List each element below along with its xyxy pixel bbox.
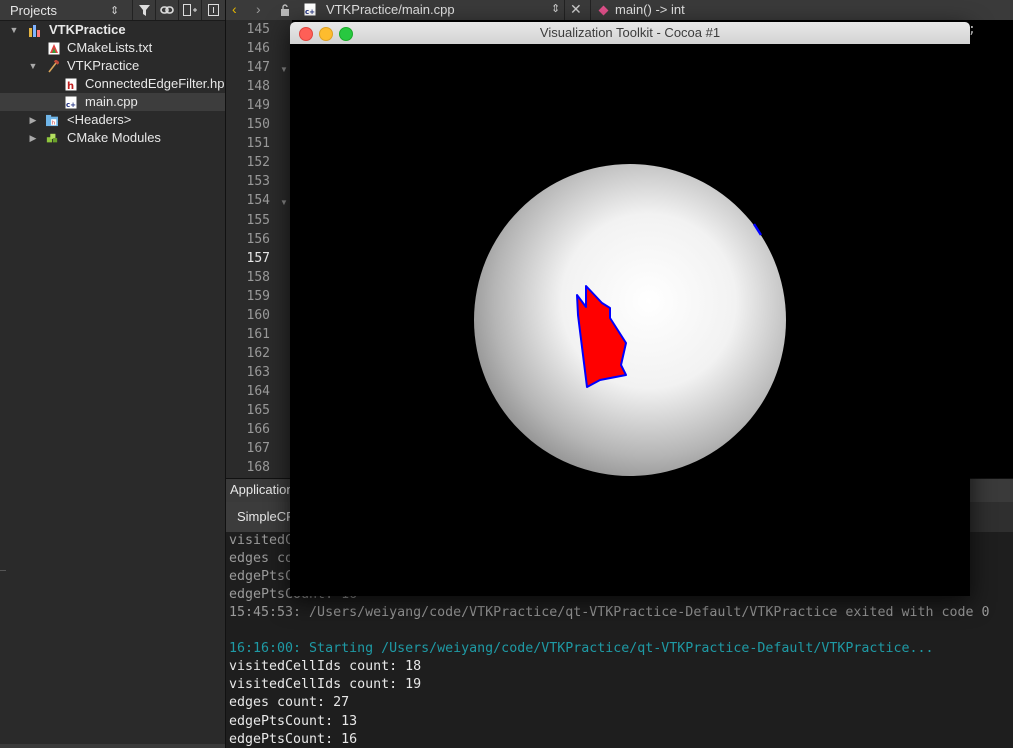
close-icon[interactable]: ✕ (570, 1, 582, 18)
projects-panel-title: Projects (10, 2, 57, 18)
project-icon (29, 25, 40, 37)
line-number: 152 (246, 155, 270, 171)
cpp-file-icon: c+ (304, 3, 316, 16)
editor-gutter: 145 146 147 ▼ 148 149 150 151 152 153 154 ▼ 155 156 15… (226, 20, 292, 478)
line-number: 161 (246, 326, 270, 342)
tree-item-cmake-modules[interactable]: ▶ CMake Modules (0, 129, 225, 147)
line-number: 150 (246, 117, 270, 133)
line-number: 158 (246, 269, 270, 285)
line-number: 145 (246, 22, 270, 37)
tree-item-label: <Headers> (67, 112, 132, 127)
tree-item-label: ConnectedEdgeFilter.hpp (85, 76, 225, 91)
chevron-right-icon[interactable]: ▶ (28, 129, 38, 147)
svg-text:h: h (67, 81, 74, 91)
tree-item-label: VTKPractice (67, 58, 140, 73)
divider (590, 0, 591, 20)
line-number: 166 (246, 422, 270, 438)
tree-item-cmakelists[interactable]: CMakeLists.txt (0, 39, 225, 57)
tree-item-header-file[interactable]: h ConnectedEdgeFilter.hpp (0, 75, 225, 93)
fold-marker-icon[interactable]: ▼ (280, 65, 288, 74)
vtk-render-view[interactable] (290, 44, 970, 596)
svg-text:h: h (52, 120, 55, 126)
sphere (474, 164, 786, 476)
projects-toolbar: Projects ⇕ (0, 0, 225, 21)
line-number: 164 (246, 383, 270, 399)
tree-item-headers[interactable]: ▶ h <Headers> (0, 111, 225, 129)
filter-icon[interactable] (132, 0, 155, 20)
line-number: 148 (246, 79, 270, 95)
line-number: 153 (246, 174, 270, 190)
fold-marker-icon[interactable]: ▼ (280, 198, 288, 207)
output-line: edgePtsCount: 13 (229, 713, 358, 729)
tree-item-label: CMakeLists.txt (67, 40, 153, 55)
line-number: 162 (246, 345, 270, 361)
lock-icon[interactable] (280, 4, 290, 16)
chevron-down-icon[interactable]: ▼ (28, 57, 38, 75)
vtk-window-title: Visualization Toolkit - Cocoa #1 (539, 25, 721, 40)
output-line: visitedCellIds count: 18 (229, 659, 422, 675)
svg-text:c+: c+ (66, 101, 76, 109)
close-pane-icon[interactable] (201, 0, 224, 20)
line-number: 159 (246, 288, 270, 304)
header-file-icon: h (65, 78, 77, 91)
back-arrow-icon[interactable]: ‹ (232, 1, 237, 17)
forward-arrow-icon[interactable]: › (256, 1, 261, 17)
line-number: 165 (246, 403, 270, 418)
tree-item-label: main.cpp (85, 94, 138, 109)
line-number: 160 (246, 307, 270, 323)
headers-folder-icon: h (46, 114, 58, 126)
line-number: 156 (246, 231, 270, 247)
panel-divider (0, 570, 6, 571)
split-icon[interactable] (178, 0, 201, 20)
sort-arrows-icon[interactable]: ⇕ (110, 4, 132, 17)
cpp-file-icon: c+ (65, 96, 77, 109)
output-line: 15:45:53: /Users/weiyang/code/VTKPractic… (229, 605, 990, 621)
hammer-icon (48, 60, 59, 73)
link-icon[interactable] (155, 0, 178, 20)
tree-item-project[interactable]: ▼ VTKPractice (0, 21, 225, 39)
chevron-right-icon[interactable]: ▶ (28, 111, 38, 129)
line-number: 154 (246, 193, 270, 209)
line-number: 151 (246, 136, 270, 152)
tree-item-target[interactable]: ▼ VTKPractice (0, 57, 225, 75)
output-line: 16:16:00: Starting /Users/weiyang/code/V… (229, 641, 934, 657)
current-function[interactable]: main() -> int (615, 2, 685, 17)
line-number: 146 (246, 41, 270, 57)
output-line: visitedCellIds count: 19 (229, 677, 422, 693)
line-number: 147 (246, 60, 270, 76)
tab-label: SimpleCF (237, 509, 295, 524)
cmake-modules-icon (46, 133, 58, 143)
svg-text:c+: c+ (305, 8, 315, 16)
line-number: 155 (246, 212, 270, 228)
editor-file-path[interactable]: VTKPractice/main.cpp (326, 2, 455, 17)
file-dropdown-icon[interactable]: ⇕ (551, 2, 560, 15)
chevron-down-icon[interactable]: ▼ (9, 21, 19, 39)
line-number: 149 (246, 98, 270, 114)
line-number: 168 (246, 460, 270, 476)
line-number: 163 (246, 364, 270, 380)
tree-item-label: VTKPractice (49, 22, 126, 37)
line-number: 167 (246, 441, 270, 457)
output-line: edges count: 27 (229, 695, 350, 711)
cmake-file-icon (48, 42, 60, 55)
vtk-render-window[interactable]: Visualization Toolkit - Cocoa #1 (290, 22, 970, 596)
tree-item-main-cpp[interactable]: c+ main.cpp (0, 93, 225, 111)
editor-toolbar: ‹ › c+ VTKPractice/main.cpp ⇕ ✕ main() -… (226, 0, 1013, 21)
output-line: edgePtsCount: 16 (229, 731, 358, 747)
tree-item-label: CMake Modules (67, 130, 161, 145)
panel-scrollbar[interactable] (0, 744, 225, 748)
function-icon (598, 5, 609, 16)
line-number: 157 (246, 250, 270, 266)
vtk-window-titlebar[interactable]: Visualization Toolkit - Cocoa #1 (290, 22, 970, 45)
divider (564, 0, 565, 20)
